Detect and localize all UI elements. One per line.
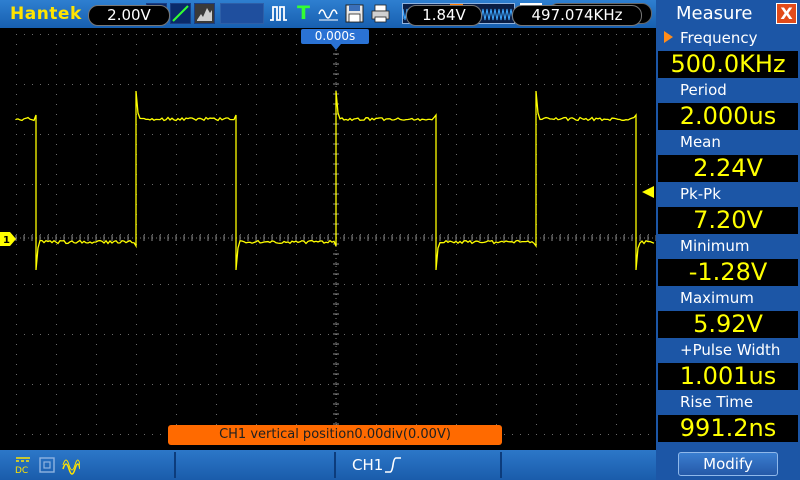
waveform-screen[interactable]: 0.000s 1 CH1 vertical position0.00div(0.… (0, 28, 656, 450)
svg-text:1: 1 (3, 235, 10, 246)
invert-icon[interactable] (38, 455, 56, 475)
close-button[interactable]: X (776, 3, 797, 24)
mean-value: 2.24V (658, 155, 798, 182)
dc-coupling-icon[interactable]: DC (14, 455, 32, 475)
brand-logo: Hantek (10, 4, 82, 24)
blank-indicator (220, 3, 264, 24)
pk-pk-label[interactable]: Pk-Pk (656, 183, 800, 206)
pk-pk-value: 7.20V (658, 207, 798, 234)
measure-title: Measure (676, 3, 753, 24)
trigger-position-pointer (331, 44, 341, 50)
trigger-icon[interactable]: T (293, 3, 314, 24)
minimum-value: -1.28V (658, 259, 798, 286)
wave-display-icon[interactable] (318, 3, 339, 24)
arbitrary-wave-icon[interactable] (194, 3, 215, 24)
bandwidth-limit-icon[interactable] (62, 455, 80, 475)
svg-text:DC: DC (15, 466, 28, 475)
maximum-value: 5.92V (658, 311, 798, 338)
divider (334, 452, 336, 478)
frequency-value: 500.0KHz (658, 51, 798, 78)
period-label[interactable]: Period (656, 79, 800, 102)
pulse-icon[interactable] (268, 3, 289, 24)
ch1-position-marker[interactable]: 1 (0, 231, 16, 245)
divider (500, 452, 502, 478)
trigger-position-label[interactable]: 0.000s (301, 29, 369, 44)
maximum-label[interactable]: Maximum (656, 287, 800, 310)
ch1-volts-per-div[interactable]: 2.00V (88, 5, 170, 26)
minimum-label[interactable]: Minimum (656, 235, 800, 258)
rising-edge-icon[interactable] (384, 455, 402, 475)
trigger-source[interactable]: CH1 (352, 456, 383, 474)
period-value: 2.000us (658, 103, 798, 130)
mean-label[interactable]: Mean (656, 131, 800, 154)
bottom-status-bar (0, 450, 656, 480)
pulse-width-label[interactable]: +Pulse Width (656, 339, 800, 362)
status-message: CH1 vertical position0.00div(0.00V) (168, 425, 502, 445)
measure-panel: Measure X Frequency 500.0KHz Period 2.00… (656, 0, 800, 480)
save-icon[interactable] (344, 3, 365, 24)
measure-header: Measure X (656, 0, 800, 28)
ch1-trace (0, 28, 656, 450)
trigger-level-marker[interactable] (642, 186, 654, 198)
trigger-level-readout[interactable]: 1.84V (406, 5, 482, 26)
rise-time-label[interactable]: Rise Time (656, 391, 800, 414)
frequency-counter-readout: 497.074KHz (512, 5, 642, 26)
modify-button[interactable]: Modify (678, 452, 778, 476)
rise-time-value: 991.2ns (658, 415, 798, 442)
frequency-label[interactable]: Frequency (656, 27, 800, 50)
print-icon[interactable] (370, 3, 391, 24)
divider (174, 452, 176, 478)
pulse-width-value: 1.001us (658, 363, 798, 390)
ramp-wave-icon[interactable] (170, 3, 191, 24)
